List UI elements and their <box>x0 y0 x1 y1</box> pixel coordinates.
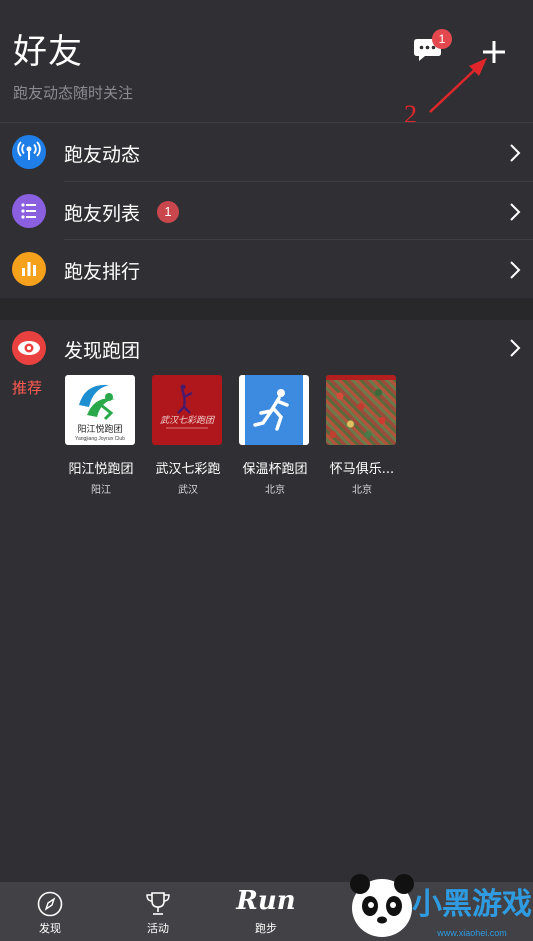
header: 好友 跑友动态随时关注 1 2 <box>0 0 533 129</box>
menu-item-friend-list[interactable]: 跑友列表 1 <box>0 182 533 240</box>
club-photo <box>326 375 396 445</box>
club-city: 武汉 <box>178 485 198 496</box>
club-name: 阳江悦跑团 <box>68 462 134 477</box>
page-title: 好友 <box>13 32 83 72</box>
tab-discover[interactable]: 发现 <box>10 882 90 941</box>
friend-list-badge: 1 <box>157 201 179 223</box>
tab-label: 跑步 <box>255 922 277 935</box>
list-icon <box>12 194 46 228</box>
club-card-baowenbei[interactable]: 保温杯跑团 北京 <box>239 375 321 496</box>
discover-clubs-header[interactable]: 发现跑团 <box>0 320 533 370</box>
eye-icon <box>12 331 46 365</box>
compass-icon <box>37 891 63 917</box>
signal-icon <box>12 135 46 169</box>
club-card-wuhan[interactable]: 武汉七彩跑团 武汉七彩跑 武汉 <box>152 375 234 496</box>
watermark-text: 小黑游戏 <box>412 887 532 922</box>
bar-chart-icon <box>12 252 46 286</box>
annotation-arrow-icon <box>429 58 487 113</box>
club-city: 阳江 <box>91 485 111 496</box>
tab-label: 活动 <box>147 922 169 935</box>
club-card-huaima[interactable]: 怀马俱乐... 北京 <box>326 375 408 496</box>
tab-activities[interactable]: 活动 <box>118 882 198 941</box>
tab-label: 发现 <box>39 922 61 935</box>
menu-item-label: 跑友动态 <box>64 144 141 166</box>
tab-run[interactable]: Run 跑步 <box>226 882 306 941</box>
chevron-right-icon <box>510 339 521 357</box>
chevron-right-icon <box>510 203 521 221</box>
club-name: 武汉七彩跑 <box>155 462 221 477</box>
trophy-icon <box>146 892 170 915</box>
club-logo-subtext: Yangjiang Joyrun Club <box>75 436 125 442</box>
chevron-right-icon <box>510 261 521 279</box>
club-logo-text: 武汉七彩跑团 <box>160 415 216 426</box>
menu-item-friend-feed[interactable]: 跑友动态 <box>0 123 533 181</box>
club-city: 北京 <box>352 485 372 496</box>
chevron-right-icon <box>510 144 521 162</box>
discover-clubs-section: 发现跑团 推荐 阳江悦跑团 Yangjiang Joyrun Club 阳江悦跑… <box>0 320 533 500</box>
menu-item-friend-ranking[interactable]: 跑友排行 <box>0 240 533 298</box>
club-logo: 武汉七彩跑团 <box>152 375 222 445</box>
run-logo: Run <box>236 886 296 916</box>
club-city: 北京 <box>265 485 285 496</box>
club-card-yangjiang[interactable]: 阳江悦跑团 Yangjiang Joyrun Club 阳江悦跑团 阳江 <box>65 375 147 496</box>
menu-item-label: 跑友排行 <box>64 261 141 283</box>
recommend-label: 推荐 <box>12 379 43 397</box>
watermark: 小黑游戏 www.xiaohei.com <box>340 868 533 941</box>
club-name: 怀马俱乐... <box>329 462 395 477</box>
menu-item-label: 跑友列表 <box>64 203 141 225</box>
club-name: 保温杯跑团 <box>242 462 308 477</box>
discover-clubs-label: 发现跑团 <box>64 340 141 362</box>
club-logo-text: 阳江悦跑团 <box>77 423 122 435</box>
watermark-url: www.xiaohei.com <box>436 928 507 938</box>
club-logo: 阳江悦跑团 Yangjiang Joyrun Club <box>65 375 135 445</box>
page-subtitle: 跑友动态随时关注 <box>13 84 134 102</box>
club-logo <box>239 375 309 445</box>
section-separator <box>0 298 533 320</box>
message-badge: 1 <box>432 29 452 49</box>
banner <box>326 375 396 380</box>
